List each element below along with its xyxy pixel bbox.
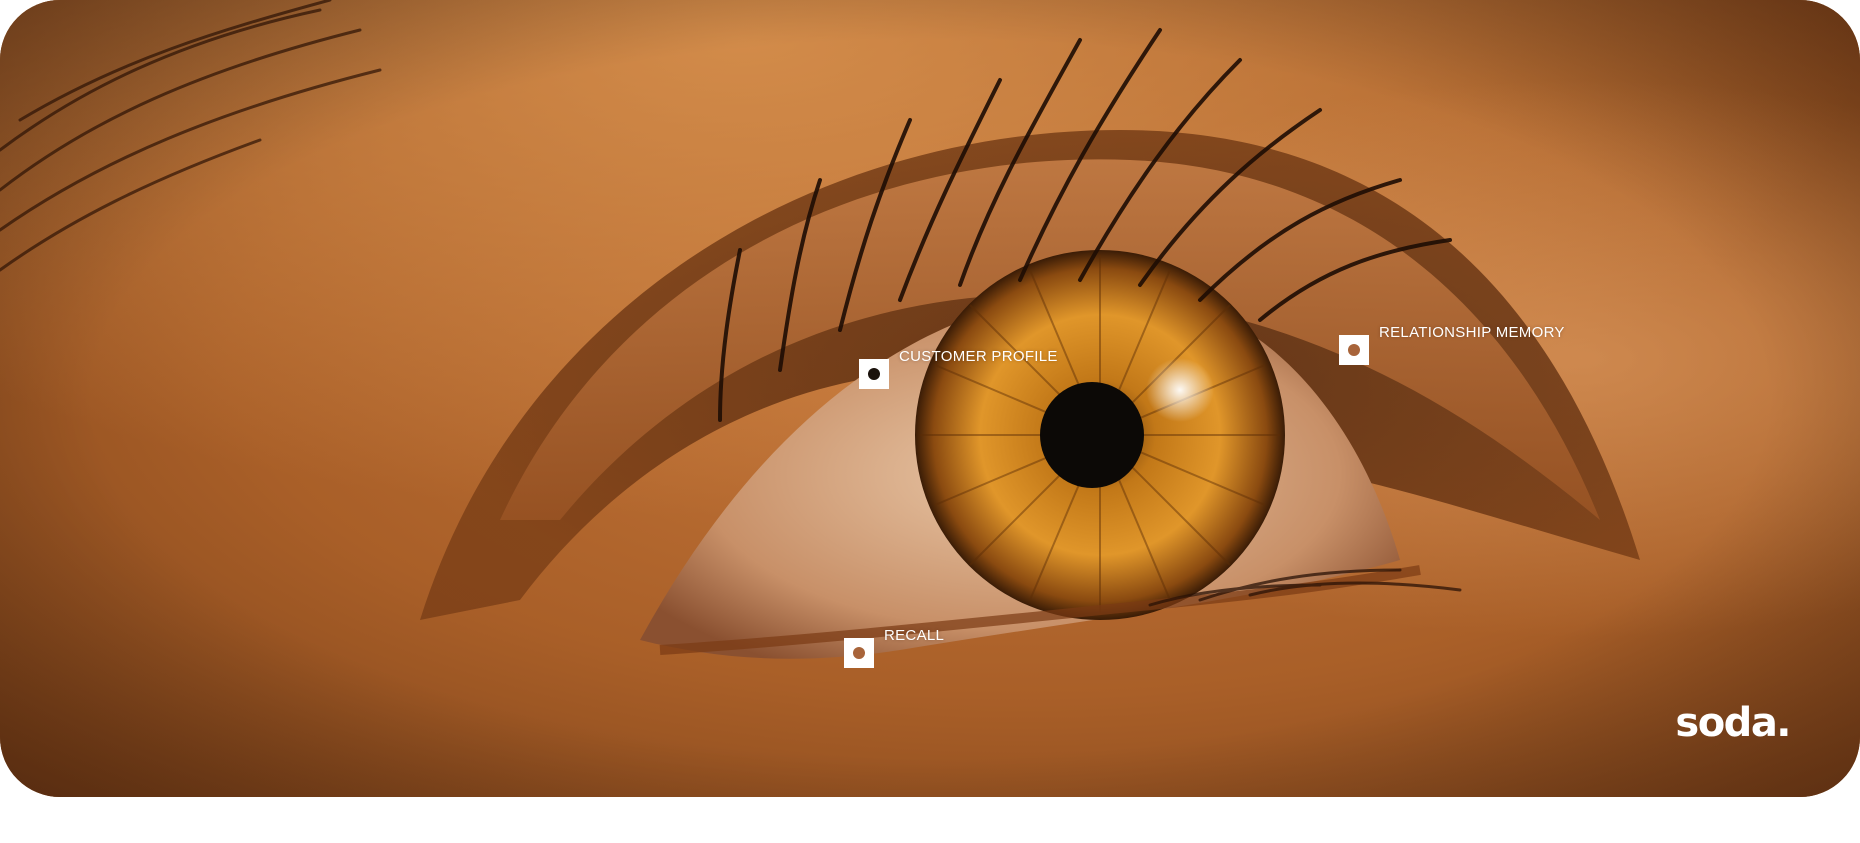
- recall-hotspot[interactable]: [844, 638, 874, 668]
- customer-profile-label: CUSTOMER PROFILE: [899, 348, 1058, 365]
- hotspot-dot-icon: [1348, 344, 1360, 356]
- soda-logo: soda.: [1675, 700, 1791, 746]
- relationship-memory-label: RELATIONSHIP MEMORY: [1379, 324, 1565, 341]
- hero-image: CUSTOMER PROFILE RELATIONSHIP MEMORY REC…: [0, 0, 1860, 797]
- relationship-memory-hotspot[interactable]: [1339, 335, 1369, 365]
- customer-profile-hotspot[interactable]: [859, 359, 889, 389]
- hotspot-dot-icon: [868, 368, 880, 380]
- hotspot-dot-icon: [853, 647, 865, 659]
- eye-closeup-photo: [0, 0, 1860, 797]
- recall-label: RECALL: [884, 627, 945, 644]
